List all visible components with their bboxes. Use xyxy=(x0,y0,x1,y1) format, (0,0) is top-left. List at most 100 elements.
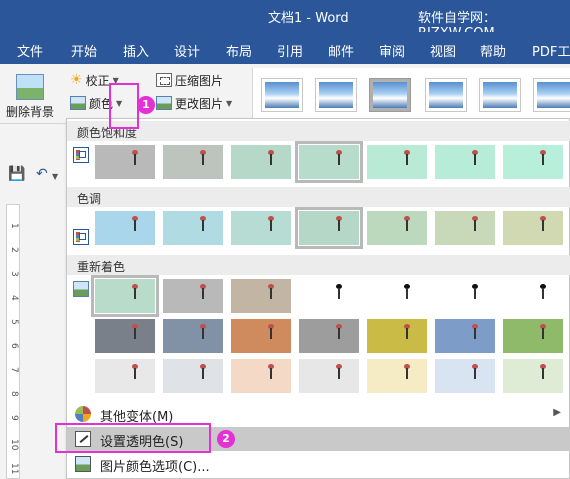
flower-icon xyxy=(129,324,141,339)
saturation-swatch[interactable] xyxy=(95,145,155,179)
recolor-swatch[interactable] xyxy=(503,279,563,313)
color-adjust-icon xyxy=(73,229,89,245)
flower-icon xyxy=(401,216,413,231)
tab-insert[interactable]: 插入 xyxy=(123,41,149,60)
recolor-swatch[interactable] xyxy=(299,279,359,313)
remove-background-button[interactable]: 删除背景 xyxy=(4,72,56,124)
flower-icon xyxy=(197,284,209,299)
tab-view[interactable]: 视图 xyxy=(430,41,456,60)
saturation-swatch[interactable] xyxy=(503,145,563,179)
saturation-swatch[interactable] xyxy=(163,145,223,179)
flower-icon xyxy=(265,364,277,379)
recolor-swatch[interactable] xyxy=(435,279,495,313)
recolor-swatch[interactable] xyxy=(95,359,155,393)
ruler-number: 7 xyxy=(9,367,19,373)
recolor-swatch[interactable] xyxy=(299,319,359,353)
ruler-number: 1 xyxy=(9,223,19,229)
picture-style-5[interactable] xyxy=(479,78,521,112)
tab-design[interactable]: 设计 xyxy=(174,41,200,60)
flower-icon xyxy=(469,216,481,231)
compress-icon xyxy=(156,73,172,87)
recolor-swatch[interactable] xyxy=(163,359,223,393)
tone-swatch[interactable] xyxy=(295,207,363,249)
tone-swatch[interactable] xyxy=(95,211,155,245)
change-picture-icon xyxy=(156,96,172,110)
tone-swatch[interactable] xyxy=(163,211,223,245)
picture-style-6[interactable] xyxy=(533,78,570,112)
chevron-down-icon: ▼ xyxy=(226,98,233,108)
tab-mailings[interactable]: 邮件 xyxy=(328,41,354,60)
picture-icon xyxy=(73,281,89,297)
recolor-swatch[interactable] xyxy=(367,319,427,353)
chevron-right-icon: ▶ xyxy=(553,407,561,418)
recolor-swatch[interactable] xyxy=(503,359,563,393)
flower-icon xyxy=(537,150,549,165)
compress-label: 压缩图片 xyxy=(175,73,224,88)
tab-help[interactable]: 帮助 xyxy=(480,41,506,60)
section-saturation-header: 颜色饱和度 xyxy=(67,121,570,141)
recolor-swatch[interactable] xyxy=(367,279,427,313)
saturation-swatch[interactable] xyxy=(231,145,291,179)
ruler-number: 4 xyxy=(9,295,19,301)
flower-icon xyxy=(197,364,209,379)
recolor-swatch[interactable] xyxy=(231,319,291,353)
change-picture-button[interactable]: 更改图片 ▼ xyxy=(156,93,232,113)
ruler-number: 8 xyxy=(9,391,19,397)
ruler-number: 10 xyxy=(9,439,19,451)
recolor-swatch[interactable] xyxy=(95,319,155,353)
saturation-swatch[interactable] xyxy=(435,145,495,179)
flower-icon xyxy=(333,216,345,231)
flower-icon xyxy=(333,364,345,379)
flower-icon xyxy=(469,324,481,339)
title-bar: 文档1 - Word 软件自学网：RJZXW.COM xyxy=(0,0,570,41)
compress-pictures-button[interactable]: 压缩图片 xyxy=(156,70,223,90)
ruler-number: 3 xyxy=(9,271,19,277)
flower-icon xyxy=(537,364,549,379)
recolor-swatch[interactable] xyxy=(231,359,291,393)
remove-background-icon xyxy=(16,74,44,100)
recolor-swatch[interactable] xyxy=(163,279,223,313)
saturation-swatch[interactable] xyxy=(367,145,427,179)
recolor-swatch[interactable] xyxy=(435,319,495,353)
tone-swatch[interactable] xyxy=(503,211,563,245)
change-picture-label: 更改图片 xyxy=(175,96,224,111)
flower-icon xyxy=(333,284,345,299)
picture-color-options-item[interactable]: 图片颜色选项(C)... xyxy=(67,452,570,476)
flower-icon xyxy=(469,284,481,299)
picture-color-icon xyxy=(70,96,86,110)
recolor-swatch[interactable] xyxy=(435,359,495,393)
flower-icon xyxy=(469,150,481,165)
saturation-swatch[interactable] xyxy=(295,141,363,183)
flower-icon xyxy=(401,284,413,299)
color-wheel-icon xyxy=(75,406,91,422)
picture-style-2[interactable] xyxy=(315,78,357,112)
tab-home[interactable]: 开始 xyxy=(71,41,97,60)
undo-icon[interactable]: ↶ xyxy=(36,166,48,182)
picture-style-3[interactable] xyxy=(369,78,411,112)
flower-icon xyxy=(537,284,549,299)
ruler-number: 5 xyxy=(9,319,19,325)
transparent-item-highlight xyxy=(55,423,211,453)
tone-swatch[interactable] xyxy=(367,211,427,245)
tone-swatch[interactable] xyxy=(231,211,291,245)
flower-icon xyxy=(265,216,277,231)
recolor-swatch[interactable] xyxy=(503,319,563,353)
tab-references[interactable]: 引用 xyxy=(277,41,303,60)
recolor-swatch[interactable] xyxy=(299,359,359,393)
recolor-swatch[interactable] xyxy=(231,279,291,313)
recolor-swatch[interactable] xyxy=(163,319,223,353)
recolor-swatch[interactable] xyxy=(91,275,159,317)
picture-style-4[interactable] xyxy=(425,78,467,112)
picture-styles-gallery xyxy=(252,68,570,124)
corrections-label: 校正 xyxy=(85,73,110,88)
picture-style-1[interactable] xyxy=(261,78,303,112)
tone-swatch[interactable] xyxy=(435,211,495,245)
tab-pdf-tools[interactable]: PDF工具 xyxy=(532,41,570,60)
recolor-swatch[interactable] xyxy=(367,359,427,393)
tab-review[interactable]: 审阅 xyxy=(379,41,405,60)
ruler-number: 9 xyxy=(9,415,19,421)
tab-file[interactable]: 文件 xyxy=(17,41,43,60)
tab-layout[interactable]: 布局 xyxy=(226,41,252,60)
save-icon[interactable]: 💾 xyxy=(8,166,25,182)
chevron-down-icon[interactable]: ▼ xyxy=(52,172,58,181)
